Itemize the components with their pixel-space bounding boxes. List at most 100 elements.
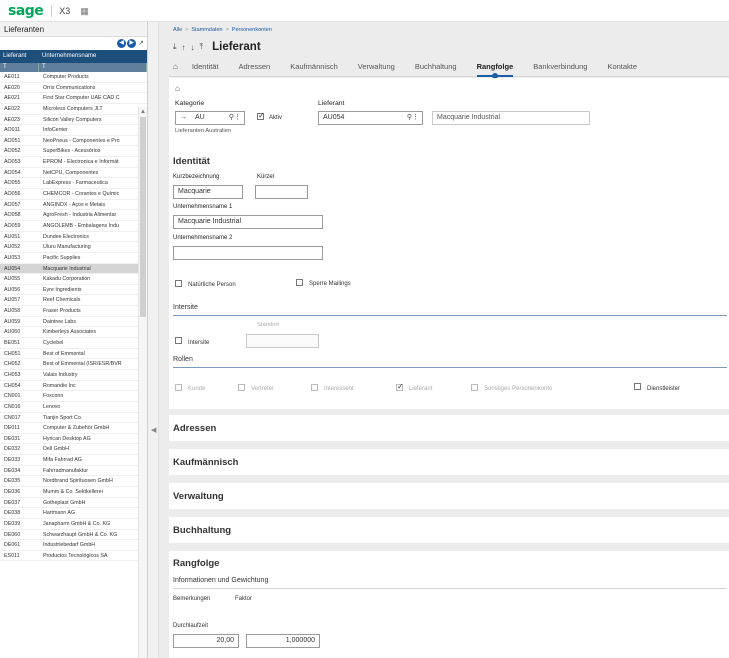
scroll-thumb[interactable] [140,117,146,317]
list-item[interactable]: DE037 Gotheplast GmbH [0,498,147,509]
adressen-section[interactable]: Adressen [169,415,729,441]
list-item[interactable]: AO011 InfoCenter [0,125,147,136]
aktiv-checkbox[interactable] [257,111,265,120]
list-item[interactable]: DE039 Janapharm GmbH & Co. KG [0,519,147,530]
list-item[interactable]: DE035 Nordbrand Spirituosen GmbH [0,476,147,487]
list-item[interactable]: DE031 Hyrican Desktop AG [0,434,147,445]
supplier-code[interactable]: AO059 [0,221,40,231]
list-item[interactable]: AO051 NeoPneus - Componentes e Pro [0,136,147,147]
search-icon[interactable]: ⚲⋮ [229,112,241,124]
supplier-code[interactable]: DE032 [0,444,40,454]
supplier-code[interactable]: DE060 [0,530,40,540]
supplier-code[interactable]: BE051 [0,338,40,348]
supplier-code[interactable]: AU057 [0,295,40,305]
list-item[interactable]: AE011 Computer Products [0,72,147,83]
expand-icon[interactable]: ↗ [138,39,144,48]
supplier-code[interactable]: AU052 [0,242,40,252]
list-item[interactable]: AO052 SuperBikes - Acessórios [0,146,147,158]
list-item[interactable]: AE020 Orris Communications [0,83,147,94]
faktor-field[interactable]: 1,000000 [246,634,320,648]
list-item[interactable]: AU058 Fraser Products [0,306,147,317]
next-icon[interactable]: ▶ [127,39,137,48]
supplier-code[interactable]: DE035 [0,476,40,486]
breadcrumb-item[interactable]: Stammdaten [191,27,222,33]
supplier-code[interactable]: DE039 [0,519,40,529]
tab-buchhaltung[interactable]: Buchhaltung [415,59,457,77]
list-item[interactable]: DE034 Fahrradmanufaktur [0,466,147,477]
supplier-code[interactable]: AE020 [0,83,40,93]
supplier-code[interactable]: CH054 [0,381,40,391]
list-item[interactable]: ES011 Productos Tecnológicos SA [0,551,147,562]
supplier-code[interactable]: CN001 [0,391,40,401]
next-record-icon[interactable]: ↓ [191,43,195,52]
tab-verwaltung[interactable]: Verwaltung [358,59,395,77]
list-item[interactable]: AE023 Silicon Valley Computers [0,115,147,126]
supplier-code[interactable]: CH051 [0,349,40,359]
supplier-code[interactable]: AO055 [0,178,40,188]
name2-field[interactable] [173,246,323,260]
supplier-code[interactable]: AU053 [0,253,40,263]
supplier-code[interactable]: CN016 [0,402,40,412]
supplier-code[interactable]: AO054 [0,168,40,178]
tab-bankverbindung[interactable]: Bankverbindung [533,59,587,77]
search-icon[interactable]: ⚲⋮ [407,112,419,124]
tab-kaufmaennisch[interactable]: Kaufmännisch [290,59,338,77]
column-header-supplier[interactable]: Lieferant [0,50,39,63]
verwaltung-section[interactable]: Verwaltung [169,483,729,509]
tab-adressen[interactable]: Adressen [239,59,271,77]
natuerliche-person-checkbox[interactable] [175,280,182,287]
supplier-code[interactable]: DE011 [0,423,40,433]
supplier-code[interactable]: AU051 [0,232,40,242]
list-item[interactable]: AU052 Uluru Manufacturing [0,242,147,253]
list-item[interactable]: AO053 EPROM - Electronica e Informát [0,157,147,168]
supplier-code[interactable]: AO011 [0,125,40,135]
list-item[interactable]: AO054 NetCPU, Componentes [0,168,147,179]
supplier-code[interactable]: DE037 [0,498,40,508]
breadcrumb-item[interactable]: Personenkonten [232,27,272,33]
list-item[interactable]: AE021 First Star Computer UAE CAD C [0,93,147,104]
list-item[interactable]: CN001 Foxconn [0,391,147,402]
buchhaltung-section[interactable]: Buchhaltung [169,517,729,543]
list-item[interactable]: CH052 Best of Emmental (ISR/ESR/BVR [0,359,147,370]
list-item[interactable]: AO056 CHEMCOR - Corantes e Químic [0,189,147,200]
supplier-code[interactable]: AE022 [0,104,40,114]
supplier-code[interactable]: AU056 [0,285,40,295]
list-item[interactable]: AU057 Reef Chemicals [0,295,147,307]
kuerzel-field[interactable] [255,185,308,199]
dienstleister-checkbox[interactable] [634,383,641,390]
name1-field[interactable]: Macquarie Industrial [173,215,323,229]
calendar-icon[interactable]: ▦ [80,0,89,22]
list-item[interactable]: DE038 Hartmann AG [0,508,147,519]
list-item[interactable]: AU053 Pacific Supplies [0,253,147,264]
list-item[interactable]: AU054 Macquarie Industrial [0,263,147,275]
kategorie-field[interactable]: → AU ⚲⋮ [175,111,245,125]
supplier-code[interactable]: CH052 [0,359,40,369]
list-item[interactable]: DE061 Industriebedarf GmbH [0,540,147,551]
supplier-code[interactable]: ES011 [0,551,40,561]
supplier-code[interactable]: AU058 [0,306,40,316]
tab-identitaet[interactable]: Identität [192,59,219,77]
list-item[interactable]: AO058 AgroFresh - Industria Alimentar [0,210,147,221]
list-item[interactable]: DE060 Schwarzhaupt GmbH & Co. KG [0,530,147,541]
collapse-icon[interactable]: ◀ [151,426,156,434]
sperre-mailings-checkbox[interactable] [296,279,303,286]
kurzbezeichnung-field[interactable]: Macquarie [173,185,243,199]
supplier-code[interactable]: AO056 [0,189,40,199]
list-item[interactable]: DE033 Mifa Fahrrad AG [0,455,147,466]
list-item[interactable]: AU051 Dundee Electronics [0,232,147,243]
supplier-code[interactable]: AO057 [0,200,40,210]
supplier-code[interactable]: DE034 [0,466,40,476]
tab-rangfolge[interactable]: Rangfolge [476,59,513,79]
supplier-code[interactable]: DE038 [0,508,40,518]
supplier-code[interactable]: DE036 [0,487,40,497]
supplier-code[interactable]: AU060 [0,327,40,337]
supplier-code[interactable]: CN017 [0,413,40,423]
supplier-code[interactable]: AU054 [0,264,40,274]
supplier-code[interactable]: AE021 [0,93,40,103]
durchlaufzeit-field[interactable]: 20,00 [173,634,239,648]
tab-kontakte[interactable]: Kontakte [607,59,637,77]
supplier-code[interactable]: DE031 [0,434,40,444]
scroll-up-icon[interactable]: ▲ [140,109,146,115]
list-item[interactable]: CH054 Romandie Inc [0,381,147,392]
list-item[interactable]: AO055 LabExpress - Farmaceutica [0,178,147,190]
